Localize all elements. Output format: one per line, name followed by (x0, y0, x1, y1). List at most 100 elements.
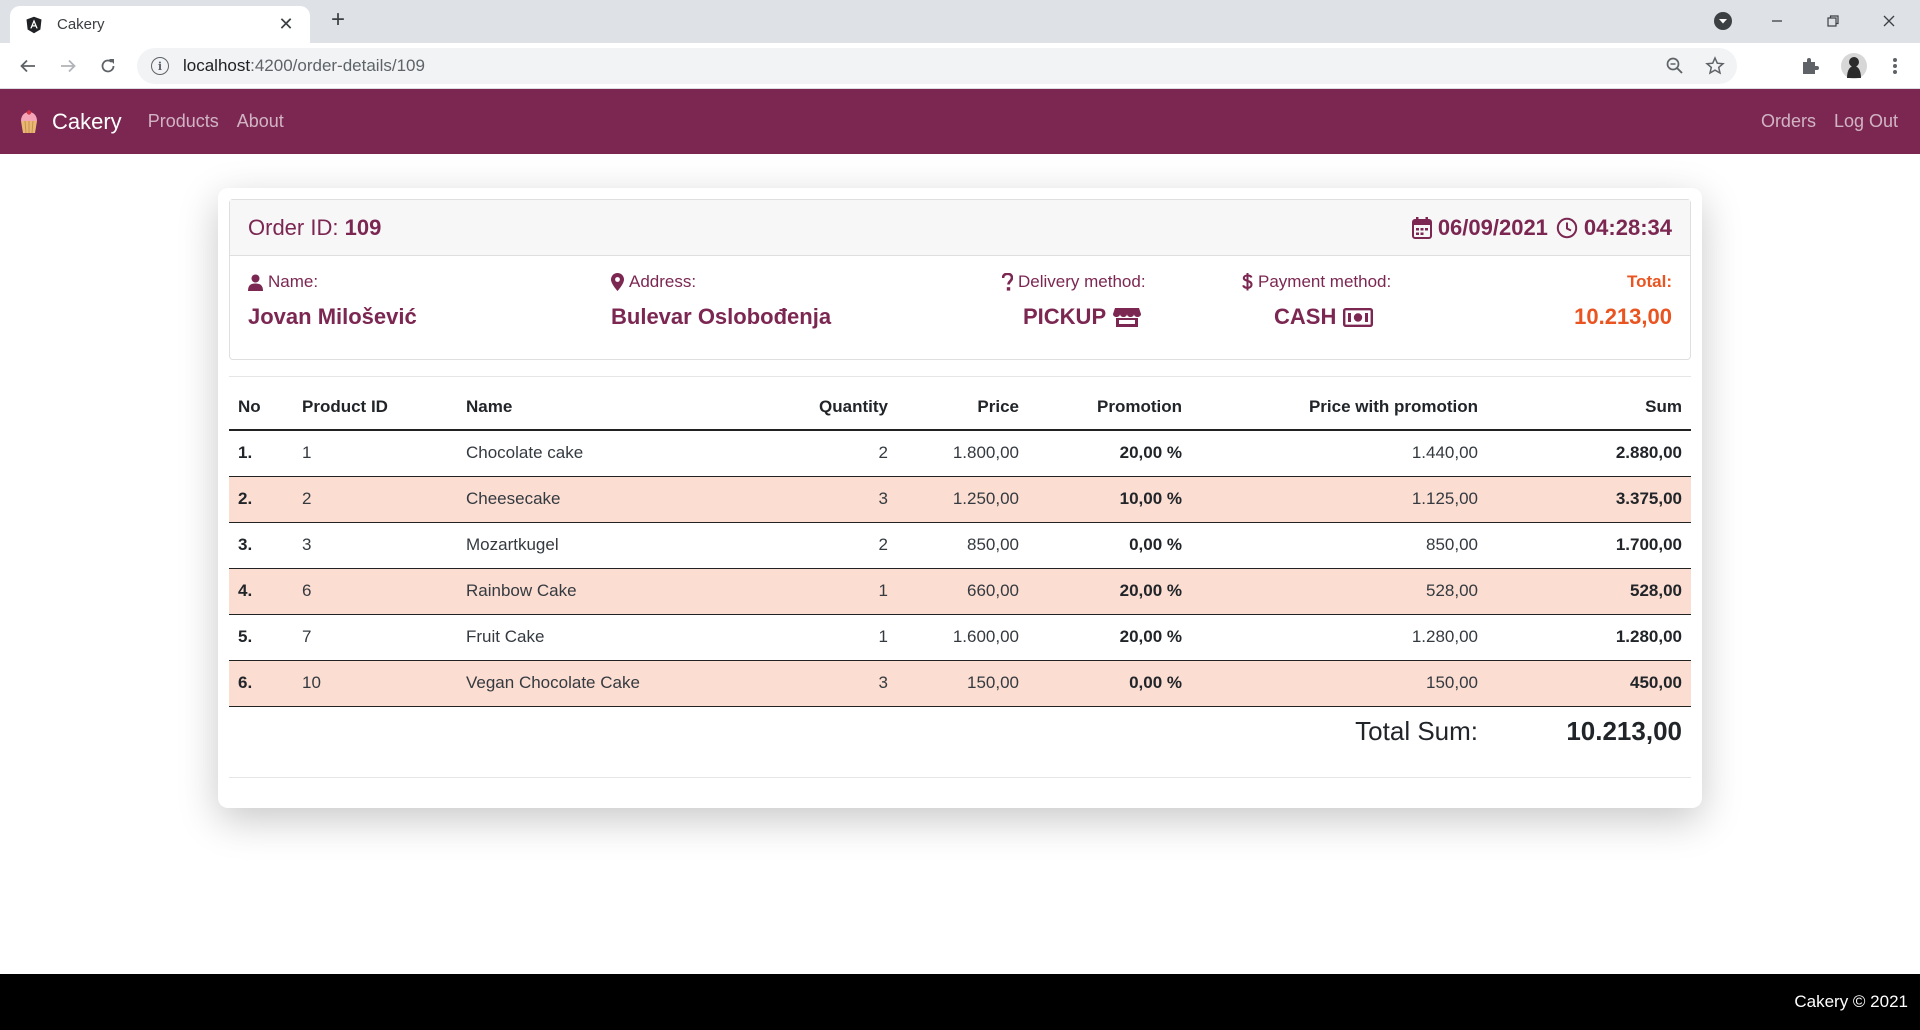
payment-method-block: Payment method: CASH (1242, 272, 1391, 330)
row-quantity: 1 (727, 568, 897, 615)
nav-link-orders[interactable]: Orders (1761, 111, 1816, 132)
col-sum: Sum (1487, 386, 1691, 431)
row-promotion: 20,00 % (1028, 430, 1191, 477)
money-bill-icon (1343, 307, 1374, 327)
tab-close-icon[interactable]: ✕ (276, 14, 296, 35)
customer-address: Bulevar Oslobođenja (611, 304, 832, 329)
address-block: Address: Bulevar Oslobođenja (611, 272, 832, 329)
row-quantity: 2 (727, 430, 897, 477)
minimize-icon[interactable] (1762, 6, 1792, 36)
order-details-card: Order ID: 109 06/09/2021 04:28:34 Name: … (218, 188, 1702, 808)
row-sum: 1.700,00 (1487, 522, 1691, 569)
back-arrow-icon[interactable] (13, 51, 43, 81)
row-no: 1. (229, 430, 293, 477)
table-row: 1. 1 Chocolate cake 2 1.800,00 20,00 % 1… (229, 430, 1691, 477)
row-sum: 450,00 (1487, 660, 1691, 707)
row-price-with-promotion: 1.280,00 (1191, 614, 1487, 661)
app-navbar: Cakery Products About Orders Log Out (0, 89, 1920, 154)
row-no: 5. (229, 614, 293, 661)
delivery-method-block: Delivery method: PICKUP (1002, 272, 1146, 330)
row-price-with-promotion: 1.125,00 (1191, 476, 1487, 523)
close-window-icon[interactable] (1874, 6, 1904, 36)
order-id: Order ID: 109 (248, 214, 382, 240)
nav-link-logout[interactable]: Log Out (1834, 111, 1898, 132)
brand-name: Cakery (52, 108, 122, 134)
nav-link-about[interactable]: About (237, 111, 284, 132)
row-promotion: 0,00 % (1028, 660, 1191, 707)
row-quantity: 2 (727, 522, 897, 569)
divider (229, 376, 1691, 377)
browser-toolbar: i localhost:4200/order-details/109 (0, 43, 1920, 89)
row-product-id: 1 (293, 430, 457, 477)
row-product-id: 7 (293, 614, 457, 661)
zoom-icon[interactable] (1665, 48, 1685, 84)
map-marker-icon (611, 273, 624, 291)
extensions-puzzle-icon[interactable] (1800, 51, 1820, 81)
question-icon (1002, 273, 1013, 291)
total-sum-label: Total Sum: (1355, 715, 1478, 746)
col-name: Name (457, 386, 727, 431)
col-product-id: Product ID (293, 386, 457, 431)
col-quantity: Quantity (727, 386, 897, 431)
footer-copyright: Cakery © 2021 (1794, 992, 1908, 1011)
delivery-method: PICKUP (1023, 304, 1146, 330)
browser-tab[interactable]: Cakery ✕ (10, 6, 310, 43)
row-product-id: 6 (293, 568, 457, 615)
table-row: 5. 7 Fruit Cake 1 1.600,00 20,00 % 1.280… (229, 614, 1691, 661)
dollar-icon (1242, 273, 1253, 291)
row-price-with-promotion: 1.440,00 (1191, 430, 1487, 477)
order-date: 06/09/2021 (1437, 214, 1548, 240)
cupcake-logo-icon (16, 109, 42, 135)
angular-icon (24, 15, 44, 35)
row-name: Rainbow Cake (457, 568, 727, 615)
reload-icon[interactable] (93, 51, 123, 81)
row-no: 2. (229, 476, 293, 523)
order-header: Order ID: 109 06/09/2021 04:28:34 (230, 200, 1690, 256)
row-quantity: 1 (727, 614, 897, 661)
row-no: 6. (229, 660, 293, 707)
browser-menu-icon[interactable] (1892, 51, 1898, 81)
nav-link-products[interactable]: Products (148, 111, 219, 132)
row-name: Fruit Cake (457, 614, 727, 661)
tab-title: Cakery (57, 16, 105, 33)
forward-arrow-icon[interactable] (53, 51, 83, 81)
table-row: 6. 10 Vegan Chocolate Cake 3 150,00 0,00… (229, 660, 1691, 707)
footer: Cakery © 2021 (0, 974, 1920, 1030)
row-sum: 528,00 (1487, 568, 1691, 615)
payment-method: CASH (1274, 304, 1391, 330)
row-price-with-promotion: 850,00 (1191, 522, 1487, 569)
user-avatar[interactable] (1840, 51, 1868, 81)
clock-icon (1556, 217, 1578, 238)
table-row: 2. 2 Cheesecake 3 1.250,00 10,00 % 1.125… (229, 476, 1691, 523)
browser-tab-bar: Cakery ✕ + (0, 0, 1920, 43)
table-row: 4. 6 Rainbow Cake 1 660,00 20,00 % 528,0… (229, 568, 1691, 615)
row-product-id: 3 (293, 522, 457, 569)
profile-menu-icon[interactable] (1710, 6, 1736, 36)
col-promotion: Promotion (1028, 386, 1191, 431)
new-tab-plus-icon[interactable]: + (326, 8, 350, 33)
brand-link[interactable]: Cakery (16, 109, 122, 135)
restore-icon[interactable] (1818, 6, 1848, 36)
site-info-icon[interactable]: i (151, 57, 169, 75)
row-promotion: 20,00 % (1028, 568, 1191, 615)
order-summary: Order ID: 109 06/09/2021 04:28:34 Name: … (229, 199, 1691, 360)
row-price-with-promotion: 150,00 (1191, 660, 1487, 707)
order-total: 10.213,00 (1574, 304, 1672, 329)
divider (229, 777, 1691, 778)
col-price: Price (897, 386, 1028, 431)
table-header-row: No Product ID Name Quantity Price Promot… (229, 386, 1691, 431)
store-icon (1113, 308, 1142, 327)
total-sum-row: Total Sum: 10.213,00 (229, 706, 1691, 756)
address-bar[interactable]: i localhost:4200/order-details/109 (137, 48, 1737, 84)
bookmark-star-icon[interactable] (1705, 48, 1725, 84)
row-sum: 2.880,00 (1487, 430, 1691, 477)
row-name: Cheesecake (457, 476, 727, 523)
row-promotion: 10,00 % (1028, 476, 1191, 523)
order-time: 04:28:34 (1583, 214, 1672, 240)
row-sum: 3.375,00 (1487, 476, 1691, 523)
customer-name-block: Name: Jovan Milošević (248, 272, 417, 329)
row-name: Chocolate cake (457, 430, 727, 477)
total-sum-value: 10.213,00 (1566, 715, 1682, 746)
row-sum: 1.280,00 (1487, 614, 1691, 661)
row-price: 150,00 (897, 660, 1028, 707)
